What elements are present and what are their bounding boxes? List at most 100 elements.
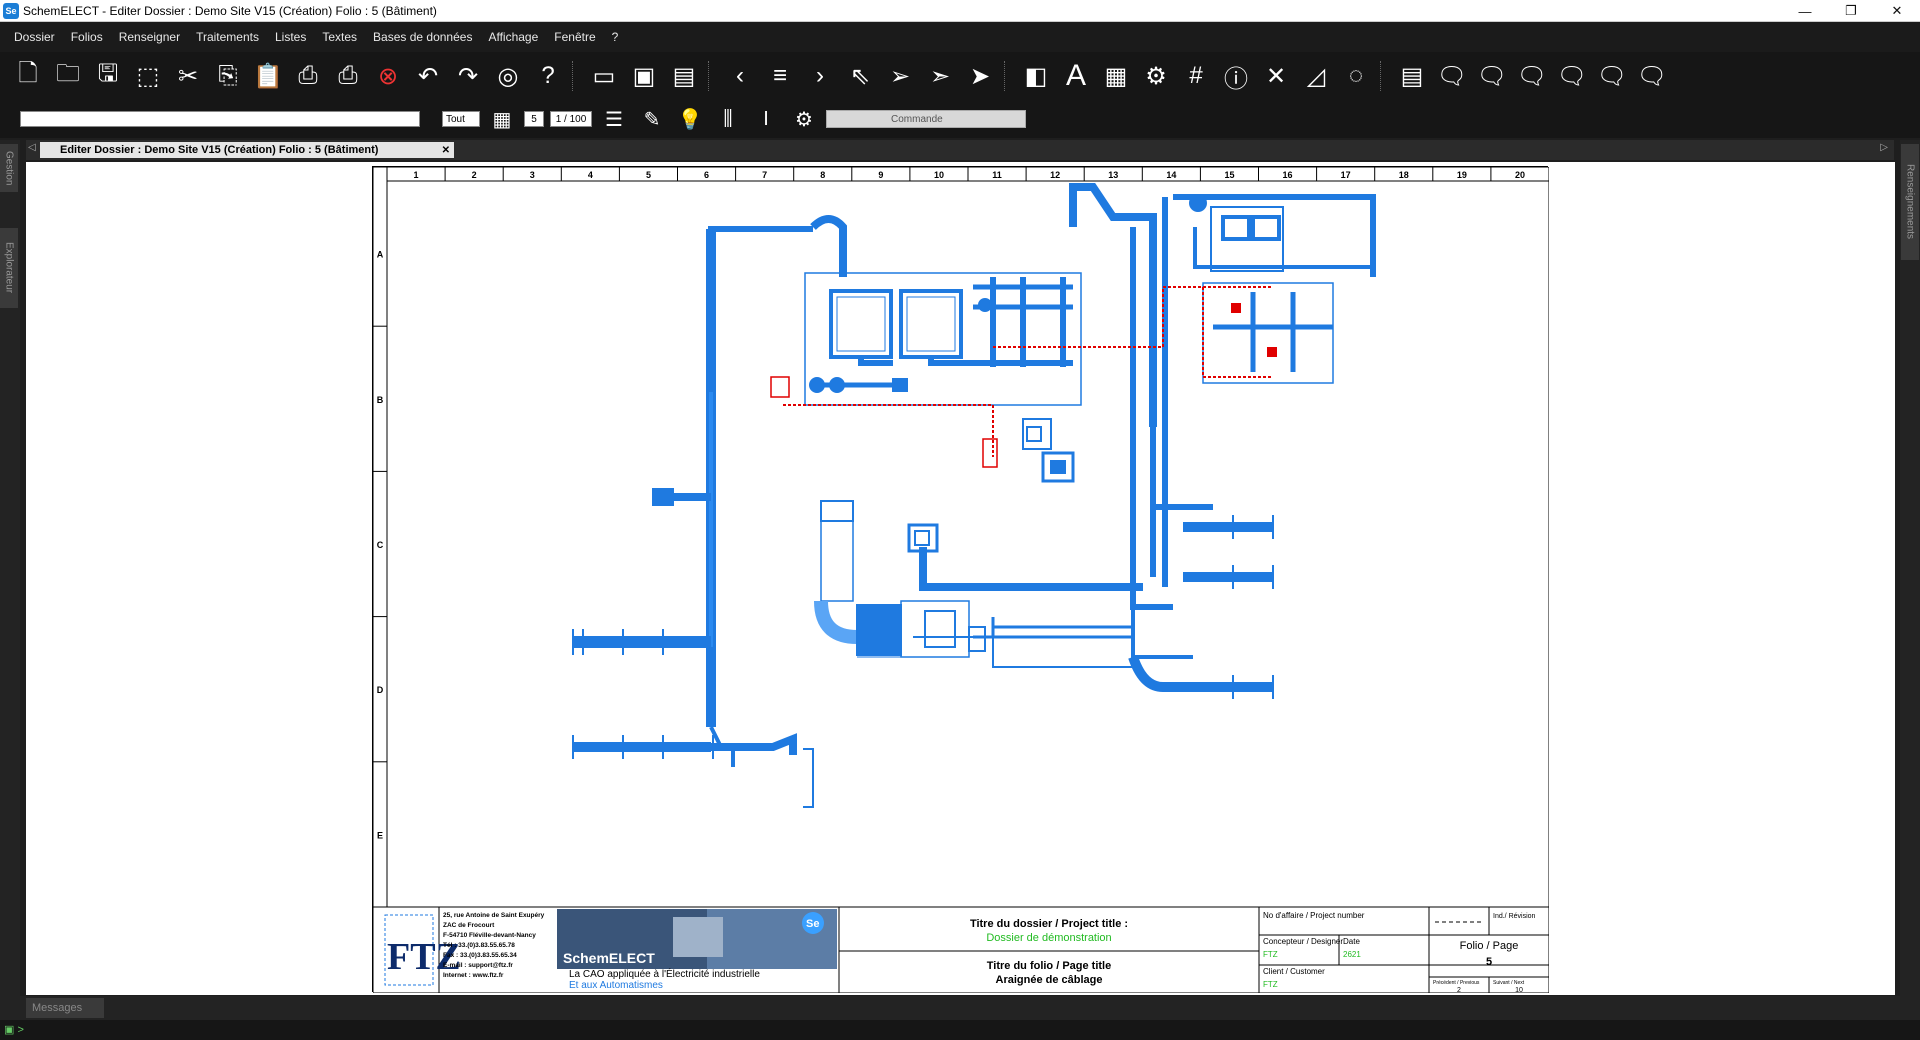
menu-folios[interactable]: Folios [63, 30, 111, 44]
menu-dossier[interactable]: Dossier [6, 30, 63, 44]
pointer-icon[interactable]: ⇖ [840, 58, 880, 94]
pdf-icon[interactable]: ⎙ [328, 58, 368, 94]
calendar-icon[interactable]: ▦ [1096, 58, 1136, 94]
comment-tag-icon[interactable]: 🗨 [1592, 58, 1632, 94]
address-line: Tél : 33.(0)3.83.55.65.78 [443, 942, 515, 949]
cut-icon[interactable]: ✂ [168, 58, 208, 94]
folio-lock-icon[interactable]: ▤ [664, 58, 704, 94]
shapes-icon[interactable]: ◧ [1016, 58, 1056, 94]
print-icon[interactable]: ⎙ [288, 58, 328, 94]
comment-arrow-icon[interactable]: 🗨 [1632, 58, 1672, 94]
toolbar-separator [572, 61, 580, 91]
row-label: C [377, 540, 384, 550]
title-bar: Se SchemELECT - Editer Dossier : Demo Si… [0, 0, 1920, 22]
redo-icon[interactable]: ↷ [448, 58, 488, 94]
close-icon[interactable]: ✕ [1874, 0, 1920, 22]
menu-renseigner[interactable]: Renseigner [111, 30, 188, 44]
undo-icon[interactable]: ↶ [408, 58, 448, 94]
send-select-icon[interactable]: ➤ [960, 58, 1000, 94]
cancel-icon[interactable]: ⊗ [368, 58, 408, 94]
component-check-icon[interactable]: ⚙ [1136, 58, 1176, 94]
folio-check-icon[interactable]: ▣ [624, 58, 664, 94]
column-label: 12 [1050, 170, 1060, 180]
text-input[interactable] [20, 111, 420, 127]
line-weight-icon[interactable]: ☰ [598, 103, 630, 135]
tagline-2: Et aux Automatismes [569, 980, 663, 991]
stop-icon[interactable]: ◎ [488, 58, 528, 94]
column-label: 11 [992, 170, 1002, 180]
product-name: SchemELECT [563, 950, 655, 966]
next-label: Suivant / Next [1493, 980, 1525, 986]
cross-icon[interactable]: ✕ [1256, 58, 1296, 94]
window-title: SchemELECT - Editer Dossier : Demo Site … [23, 3, 437, 18]
menu-bases-de-donnees[interactable]: Bases de données [365, 30, 480, 44]
cursor-settings-icon[interactable]: ⚙ [788, 103, 820, 135]
cursor-icon[interactable]: I [750, 103, 782, 135]
next-icon[interactable]: › [800, 58, 840, 94]
column-label: 18 [1399, 170, 1409, 180]
ruler-icon[interactable]: ◿ [1296, 58, 1336, 94]
menu-help[interactable]: ? [604, 30, 627, 44]
tab-gestion[interactable]: Gestion [0, 144, 18, 192]
info-icon[interactable]: ⓘ [1216, 58, 1256, 94]
send-icon[interactable]: ➢ [880, 58, 920, 94]
text-icon[interactable]: A [1056, 58, 1096, 94]
menu-fenetre[interactable]: Fenêtre [546, 30, 603, 44]
minimize-icon[interactable]: — [1782, 0, 1828, 22]
command-select[interactable]: Commande [826, 110, 1026, 128]
comment-edit-icon[interactable]: 🗨 [1472, 58, 1512, 94]
table-icon[interactable]: ▦ [486, 103, 518, 135]
scale-field[interactable]: 1 / 100 [550, 111, 592, 127]
list-icon[interactable]: ≡ [760, 58, 800, 94]
filter-select[interactable]: Tout [442, 111, 480, 127]
comment-search-icon[interactable]: 🗨 [1512, 58, 1552, 94]
menu-affichage[interactable]: Affichage [480, 30, 546, 44]
comment-add-icon[interactable]: 🗨 [1432, 58, 1472, 94]
close-tab-icon[interactable]: ✕ [442, 145, 450, 156]
menu-traitements[interactable]: Traitements [188, 30, 267, 44]
address-line: E-mail : support@ftz.fr [443, 962, 513, 969]
client-value: FTZ [1263, 980, 1278, 989]
folio-icon[interactable]: ▭ [584, 58, 624, 94]
library-icon[interactable]: ⫼ [712, 103, 744, 135]
column-label: 5 [646, 170, 651, 180]
copy-icon[interactable]: ⎘ [208, 58, 248, 94]
tab-renseignements[interactable]: Renseignements [1901, 144, 1919, 260]
column-label: 7 [762, 170, 767, 180]
tagline-1: La CAO appliquée à l'Électricité industr… [569, 967, 760, 980]
bulb-icon[interactable]: 💡 [674, 103, 706, 135]
console-icon[interactable]: ▣ > [4, 1023, 24, 1036]
layer-field[interactable]: 5 [524, 111, 544, 127]
drawing-canvas[interactable]: 1 2 3 4 5 6 7 8 9 10 11 12 13 14 15 16 17 18 19 20 ABCDE [26, 162, 1895, 995]
menu-textes[interactable]: Textes [314, 30, 365, 44]
grid-icon[interactable]: # [1176, 58, 1216, 94]
main-toolbar: 🗋 🗀 🖫 ⬚ ✂ ⎘ 📋 ⎙ ⎙ ⊗ ↶ ↷ ◎ ? ▭ ▣ ▤ ‹ ≡ › … [0, 52, 1920, 100]
comment-list-icon[interactable]: 🗨 [1552, 58, 1592, 94]
new-file-icon[interactable]: 🗋 [8, 58, 48, 94]
scroll-left-icon[interactable]: ◁ [28, 142, 36, 153]
paste-icon[interactable]: 📋 [248, 58, 288, 94]
open-folder-icon[interactable]: 🗀 [48, 58, 88, 94]
previous-icon[interactable]: ‹ [720, 58, 760, 94]
tab-messages[interactable]: Messages [26, 998, 104, 1018]
folio-title-label: Titre du folio / Page title [987, 960, 1111, 972]
drawing-sheet[interactable]: 1 2 3 4 5 6 7 8 9 10 11 12 13 14 15 16 17 18 19 20 ABCDE [372, 166, 1550, 994]
restore-icon[interactable]: ❐ [1828, 0, 1874, 22]
save-icon[interactable]: 🖫 [88, 58, 128, 94]
send-multi-icon[interactable]: ➣ [920, 58, 960, 94]
command-placeholder: Commande [891, 113, 943, 125]
scroll-right-icon[interactable]: ▷ [1880, 142, 1888, 153]
hide-icon[interactable]: ◌ [1336, 58, 1376, 94]
date-value: 2621 [1343, 950, 1361, 959]
product-badge: Se [806, 918, 819, 930]
panel-icon[interactable]: ▤ [1392, 58, 1432, 94]
menu-listes[interactable]: Listes [267, 30, 314, 44]
messages-bar: Messages [0, 996, 1920, 1020]
select-icon[interactable]: ⬚ [128, 58, 168, 94]
document-tab[interactable]: Editer Dossier : Demo Site V15 (Création… [40, 142, 454, 158]
help-icon[interactable]: ? [528, 58, 568, 94]
pencil-icon[interactable]: ✎ [636, 103, 668, 135]
next-value: 10 [1515, 987, 1523, 993]
tab-explorateur[interactable]: Explorateur [0, 228, 18, 308]
window-controls: — ❐ ✕ [1782, 0, 1920, 22]
